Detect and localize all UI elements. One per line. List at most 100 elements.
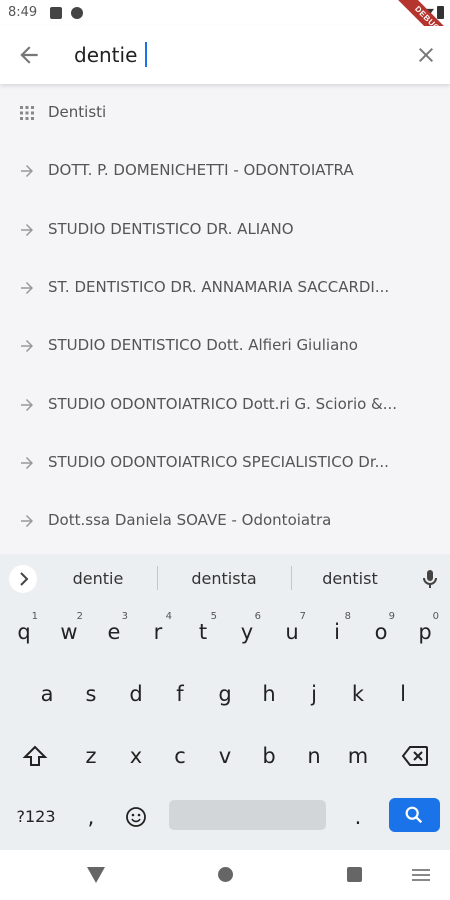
key-x[interactable]: x [117,733,155,779]
search-input[interactable] [74,42,394,68]
key-hint: 6 [254,611,261,622]
arrow-right-icon [21,340,33,352]
symbols-key[interactable]: ?123 [10,794,62,840]
key-hint: 0 [432,611,439,622]
key-p[interactable]: p0 [406,609,444,655]
results-list: Dentisti DOTT. P. DOMENICHETTI - ODONTOI… [0,84,450,554]
emoji-key[interactable] [117,794,155,840]
key-n[interactable]: n [295,733,333,779]
key-hint: 8 [344,611,351,622]
key-char: o [374,620,388,644]
nav-recents-icon[interactable] [347,867,362,882]
key-g[interactable]: g [206,671,244,717]
result-item[interactable]: STUDIO ODONTOIATRICO SPECIALISTICO Dr... [0,434,450,492]
key-f[interactable]: f [161,671,199,717]
key-w[interactable]: w2 [50,609,88,655]
result-label: Dott.ssa Daniela SOAVE - Odontoiatra [48,511,332,529]
key-z[interactable]: z [72,733,110,779]
back-arrow-icon[interactable] [16,42,42,68]
result-label: STUDIO ODONTOIATRICO SPECIALISTICO Dr... [48,453,389,471]
key-hint: 1 [31,611,38,622]
key-hint: 9 [388,611,395,622]
arrow-right-icon [21,282,33,294]
result-item[interactable]: STUDIO ODONTOIATRICO Dott.ri G. Sciorio … [0,376,450,434]
result-label: STUDIO DENTISTICO DR. ALIANO [48,220,294,238]
arrow-right-icon [21,399,33,411]
suggestion-divider [157,566,158,590]
suggestion-divider [291,566,292,590]
keyboard: dentie dentista dentist q1 w2 e3 r4 t5 y… [0,554,450,850]
category-grid-icon [20,106,34,120]
backspace-key[interactable] [396,733,434,779]
key-h[interactable]: h [250,671,288,717]
suggestion-1[interactable]: dentie [60,569,136,588]
search-icon [405,806,423,824]
key-char: t [198,620,208,644]
key-d[interactable]: d [117,671,155,717]
keyboard-switch-icon[interactable] [412,869,430,881]
key-char: w [60,620,78,644]
result-item[interactable]: STUDIO DENTISTICO Dott. Alfieri Giuliano [0,317,450,375]
status-bar: 8:49 DEBUG [0,0,450,56]
space-key[interactable] [169,800,326,830]
result-label: ST. DENTISTICO DR. ANNAMARIA SACCARDI... [48,278,390,296]
close-icon[interactable] [414,43,438,67]
arrow-right-icon [21,224,33,236]
result-item[interactable]: DOTT. P. DOMENICHETTI - ODONTOIATRA [0,142,450,200]
emoji-icon [126,807,146,827]
key-v[interactable]: v [206,733,244,779]
result-label: STUDIO ODONTOIATRICO Dott.ri G. Sciorio … [48,395,398,413]
key-y[interactable]: y6 [228,609,266,655]
key-char: p [418,620,432,644]
result-label: STUDIO DENTISTICO Dott. Alfieri Giuliano [48,336,358,354]
backspace-icon [401,746,428,766]
key-j[interactable]: j [295,671,333,717]
result-item-category[interactable]: Dentisti [0,84,450,142]
key-char: r [153,620,163,644]
nav-back-icon[interactable] [87,867,105,883]
comma-key[interactable]: , [72,794,110,840]
shift-key[interactable] [16,733,54,779]
key-o[interactable]: o9 [362,609,400,655]
battery-icon [437,6,444,19]
search-action-key[interactable] [389,798,440,832]
suggestion-3[interactable]: dentist [310,569,390,588]
key-l[interactable]: l [384,671,422,717]
arrow-right-icon [21,165,33,177]
key-hint: 4 [165,611,172,622]
key-t[interactable]: t5 [184,609,222,655]
suggestion-strip: dentie dentista dentist [0,554,450,602]
status-time: 8:49 [8,5,38,20]
microphone-icon[interactable] [420,568,440,590]
period-key[interactable]: . [339,794,377,840]
expand-toolbar-button[interactable] [9,565,37,593]
key-e[interactable]: e3 [95,609,133,655]
key-a[interactable]: a [28,671,66,717]
arrow-right-icon [21,457,33,469]
navigation-bar [0,850,450,900]
key-hint: 2 [76,611,83,622]
key-c[interactable]: c [161,733,199,779]
key-u[interactable]: u7 [273,609,311,655]
key-m[interactable]: m [339,733,377,779]
key-r[interactable]: r4 [139,609,177,655]
suggestion-2[interactable]: dentista [176,569,272,588]
key-hint: 3 [121,611,128,622]
key-char: i [334,620,340,644]
key-k[interactable]: k [339,671,377,717]
shift-icon [22,745,48,766]
result-label: Dentisti [48,103,107,121]
key-q[interactable]: q1 [5,609,43,655]
result-item[interactable]: STUDIO DENTISTICO DR. ALIANO [0,201,450,259]
chevron-right-icon [20,572,29,586]
key-hint: 7 [299,611,306,622]
notification-a-icon [50,7,62,19]
key-char: u [285,620,299,644]
key-s[interactable]: s [72,671,110,717]
result-item[interactable]: ST. DENTISTICO DR. ANNAMARIA SACCARDI... [0,259,450,317]
notification-f-icon [71,7,83,19]
key-i[interactable]: i8 [318,609,356,655]
result-item[interactable]: Dott.ssa Daniela SOAVE - Odontoiatra [0,492,450,550]
nav-home-icon[interactable] [218,867,233,882]
key-b[interactable]: b [250,733,288,779]
